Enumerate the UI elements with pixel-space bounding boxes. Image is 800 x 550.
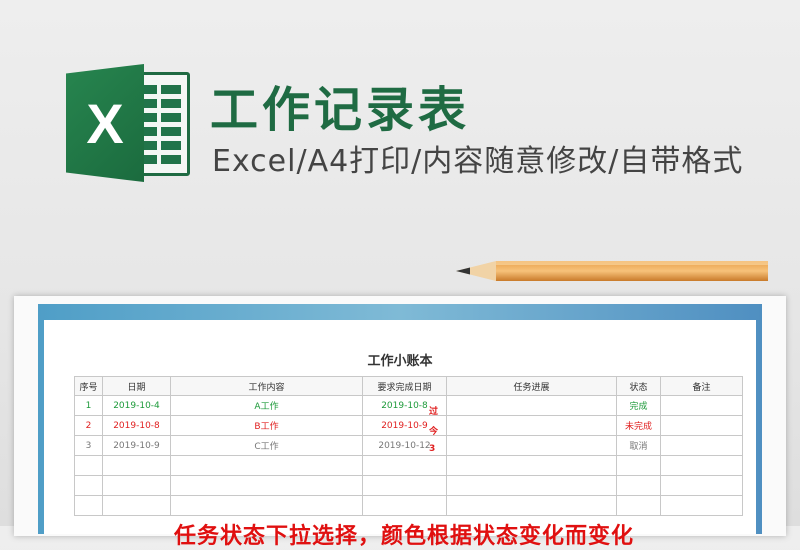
status-footnote: 任务状态下拉选择，颜色根据状态变化而变化 [174, 524, 635, 549]
row-date: 2019-10-9 [102, 435, 171, 456]
table-row: 3 2019-10-9 C工作 2019-10-12 取消 [74, 435, 743, 456]
row-note [660, 415, 743, 436]
empty-row [74, 475, 743, 496]
column-header: 状态 [616, 376, 661, 396]
row-content: A工作 [170, 395, 363, 416]
overdue-mark: 3 [429, 444, 436, 454]
pencil-icon [456, 261, 768, 281]
column-header: 备注 [660, 376, 743, 396]
row-number: 1 [74, 395, 103, 416]
row-number: 2 [74, 415, 103, 436]
excel-logo: X [66, 64, 196, 182]
row-note [660, 435, 743, 456]
row-content: C工作 [170, 435, 363, 456]
table-header-row: 序号 日期 工作内容 要求完成日期 任务进展 状态 备注 [74, 376, 743, 396]
overdue-mark: 过 [429, 407, 439, 417]
table-row: 1 2019-10-4 A工作 2019-10-8 完成 [74, 395, 743, 416]
overdue-mark: 今 [429, 427, 439, 437]
table-row: 2 2019-10-8 B工作 2019-10-9 未完成 [74, 415, 743, 436]
row-progress [446, 415, 617, 436]
row-status[interactable]: 未完成 [616, 415, 661, 436]
column-header: 日期 [102, 376, 171, 396]
excel-x-icon: X [66, 64, 144, 182]
column-header: 序号 [74, 376, 103, 396]
empty-row [74, 455, 743, 476]
column-header: 工作内容 [170, 376, 363, 396]
row-content: B工作 [170, 415, 363, 436]
row-progress [446, 435, 617, 456]
row-status[interactable]: 完成 [616, 395, 661, 416]
row-number: 3 [74, 435, 103, 456]
page-subtitle: Excel/A4打印/内容随意修改/自带格式 [212, 144, 744, 179]
spreadsheet-preview: 工作小账本 序号 日期 工作内容 要求完成日期 任务进展 状态 备注 1 201… [44, 320, 756, 549]
empty-row [74, 495, 743, 516]
row-date: 2019-10-4 [102, 395, 171, 416]
work-log-table: 序号 日期 工作内容 要求完成日期 任务进展 状态 备注 1 2019-10-4… [74, 376, 743, 516]
sheet-title: 工作小账本 [367, 354, 433, 369]
page-title: 工作记录表 [210, 82, 471, 138]
row-status[interactable]: 取消 [616, 435, 661, 456]
row-progress [446, 395, 617, 416]
column-header: 要求完成日期 [362, 376, 447, 396]
row-note [660, 395, 743, 416]
column-header: 任务进展 [446, 376, 617, 396]
row-date: 2019-10-8 [102, 415, 171, 436]
